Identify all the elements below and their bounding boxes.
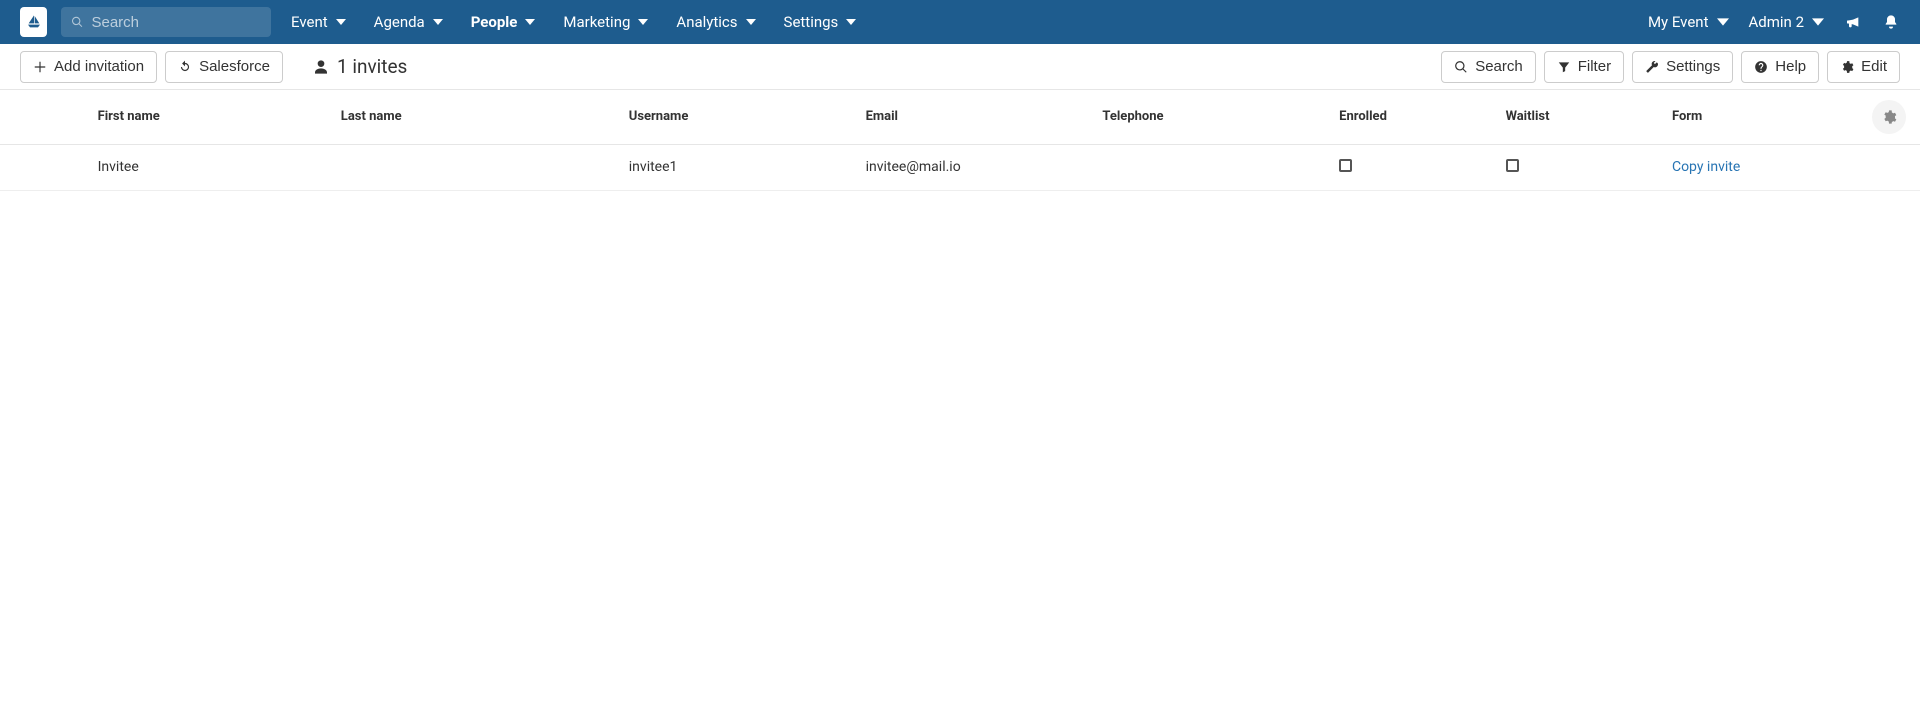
col-last-name[interactable]: Last name [333,90,621,144]
nav-event-label: Event [291,13,328,31]
notifications-button[interactable] [1882,13,1900,31]
edit-button-label: Edit [1861,58,1887,75]
waitlist-checkbox[interactable] [1506,159,1519,172]
toolbar-right: Search Filter Settings Help Edit [1441,51,1900,83]
salesforce-button[interactable]: Salesforce [165,51,283,83]
person-icon [313,58,329,76]
invites-count: 1 invites [313,55,407,78]
invites-table: First name Last name Username Email Tele… [0,90,1920,191]
gear-icon [1840,60,1854,74]
col-first-name[interactable]: First name [90,90,333,144]
announcements-button[interactable] [1844,13,1862,31]
chevron-down-icon [1717,18,1729,26]
global-search-input[interactable] [91,14,261,31]
filter-button-label: Filter [1578,58,1611,75]
col-username[interactable]: Username [621,90,858,144]
global-search[interactable] [61,7,271,37]
nav-settings-label: Settings [784,13,839,31]
nav-analytics-label: Analytics [676,13,737,31]
nav-settings[interactable]: Settings [784,13,857,31]
cell-username: invitee1 [621,144,858,190]
cell-telephone [1094,144,1331,190]
cell-form: Copy invite [1664,144,1920,190]
wrench-icon [1645,60,1659,74]
chevron-down-icon [525,17,535,27]
table-row[interactable]: Invitee invitee1 invitee@mail.io Copy in… [0,144,1920,190]
col-telephone[interactable]: Telephone [1094,90,1331,144]
user-menu-label: Admin 2 [1749,13,1804,31]
help-button-label: Help [1775,58,1806,75]
chevron-down-icon [336,17,346,27]
col-enrolled[interactable]: Enrolled [1331,90,1497,144]
add-invitation-button[interactable]: Add invitation [20,51,157,83]
nav-event[interactable]: Event [291,13,346,31]
sailboat-icon [26,13,42,31]
invites-table-wrap: First name Last name Username Email Tele… [0,90,1920,191]
nav-people-label: People [471,13,518,31]
edit-button[interactable]: Edit [1827,51,1900,83]
sync-icon [178,60,192,74]
gear-icon [1881,109,1897,125]
search-button-label: Search [1475,58,1523,75]
top-navigation: Event Agenda People Marketing Analytics … [0,0,1920,44]
chevron-down-icon [433,17,443,27]
cell-email: invitee@mail.io [858,144,1095,190]
help-button[interactable]: Help [1741,51,1819,83]
nav-agenda[interactable]: Agenda [374,13,443,31]
copy-invite-link[interactable]: Copy invite [1672,159,1740,175]
col-waitlist[interactable]: Waitlist [1498,90,1664,144]
table-header-row: First name Last name Username Email Tele… [0,90,1920,144]
event-switcher[interactable]: My Event [1648,13,1729,31]
event-switcher-label: My Event [1648,13,1709,31]
cell-enrolled [1331,144,1497,190]
nav-agenda-label: Agenda [374,13,425,31]
nav-people[interactable]: People [471,13,536,31]
row-select-cell[interactable] [0,144,90,190]
app-logo[interactable] [20,7,47,37]
filter-icon [1557,60,1571,74]
nav-right: My Event Admin 2 [1648,13,1900,31]
bell-icon [1883,14,1899,30]
cell-last-name [333,144,621,190]
add-invitation-label: Add invitation [54,58,144,75]
col-email[interactable]: Email [858,90,1095,144]
user-menu[interactable]: Admin 2 [1749,13,1824,31]
bullhorn-icon [1845,14,1861,30]
enrolled-checkbox[interactable] [1339,159,1352,172]
toolbar-left: Add invitation Salesforce 1 invites [20,51,407,83]
main-nav: Event Agenda People Marketing Analytics … [291,13,1648,31]
search-button[interactable]: Search [1441,51,1536,83]
settings-button-label: Settings [1666,58,1720,75]
col-select [0,90,90,144]
help-circle-icon [1754,60,1768,74]
plus-icon [33,60,47,74]
chevron-down-icon [638,17,648,27]
invites-count-text: 1 invites [337,55,407,78]
salesforce-label: Salesforce [199,58,270,75]
nav-analytics[interactable]: Analytics [676,13,755,31]
cell-first-name: Invitee [90,144,333,190]
table-columns-settings[interactable] [1872,100,1906,134]
chevron-down-icon [746,17,756,27]
nav-marketing[interactable]: Marketing [563,13,648,31]
cell-waitlist [1498,144,1664,190]
page-toolbar: Add invitation Salesforce 1 invites Sear… [0,44,1920,90]
chevron-down-icon [1812,18,1824,26]
nav-marketing-label: Marketing [563,13,630,31]
search-icon [71,15,83,29]
settings-button[interactable]: Settings [1632,51,1733,83]
search-icon [1454,60,1468,74]
filter-button[interactable]: Filter [1544,51,1624,83]
chevron-down-icon [846,17,856,27]
